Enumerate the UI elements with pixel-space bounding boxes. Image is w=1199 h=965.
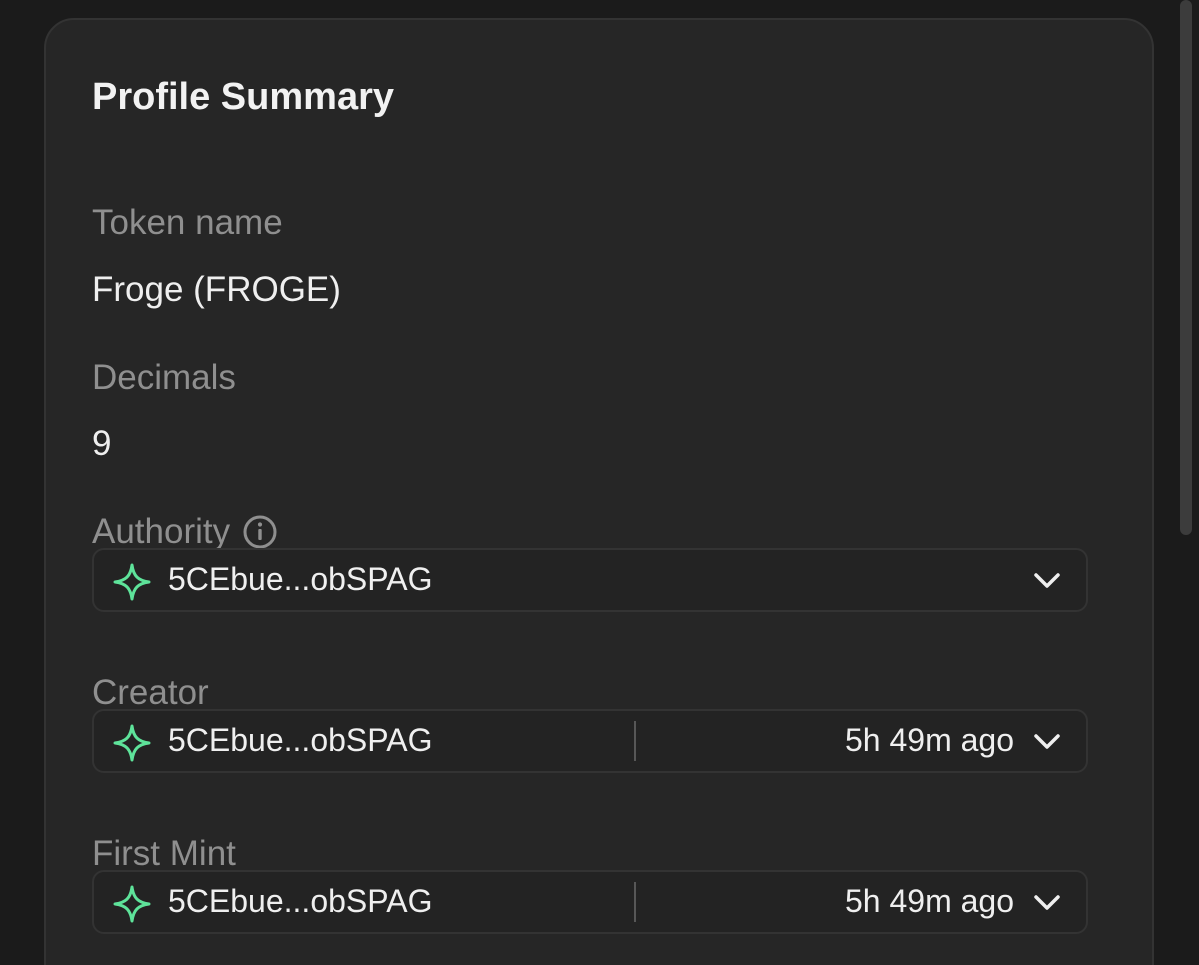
first-mint-address-row[interactable]: 5CEbue...obSPAG 5h 49m ago bbox=[92, 870, 1088, 934]
first-mint-label-text: First Mint bbox=[92, 834, 236, 873]
divider bbox=[634, 721, 636, 761]
sparkle-icon bbox=[112, 562, 152, 602]
divider bbox=[634, 882, 636, 922]
authority-address[interactable]: 5CEbue...obSPAG bbox=[168, 561, 432, 598]
decimals-label: Decimals bbox=[92, 358, 236, 398]
creator-time: 5h 49m ago bbox=[844, 722, 1014, 758]
card-title: Profile Summary bbox=[92, 76, 394, 118]
first-mint-address[interactable]: 5CEbue...obSPAG bbox=[168, 883, 432, 920]
first-mint-label: First Mint bbox=[92, 834, 236, 874]
decimals-value: 9 bbox=[92, 424, 112, 463]
profile-summary-card: Profile Summary Token name Froge (FROGE)… bbox=[44, 18, 1154, 965]
authority-address-row[interactable]: 5CEbue...obSPAG bbox=[92, 548, 1088, 612]
chevron-down-icon[interactable] bbox=[1032, 568, 1062, 594]
info-icon[interactable] bbox=[242, 514, 278, 550]
authority-label: Authority bbox=[92, 512, 278, 552]
creator-address[interactable]: 5CEbue...obSPAG bbox=[168, 722, 432, 759]
token-name-label-text: Token name bbox=[92, 203, 283, 242]
token-name-label: Token name bbox=[92, 203, 283, 243]
chevron-down-icon[interactable] bbox=[1032, 729, 1062, 755]
authority-label-text: Authority bbox=[92, 512, 231, 551]
scrollbar[interactable] bbox=[1180, 0, 1192, 535]
chevron-down-icon[interactable] bbox=[1032, 890, 1062, 916]
creator-label-text: Creator bbox=[92, 673, 209, 712]
creator-label: Creator bbox=[92, 673, 209, 713]
sparkle-icon bbox=[112, 723, 152, 763]
token-name-value: Froge (FROGE) bbox=[92, 270, 341, 309]
sparkle-icon bbox=[112, 884, 152, 924]
page: Profile Summary Token name Froge (FROGE)… bbox=[0, 0, 1199, 965]
creator-address-row[interactable]: 5CEbue...obSPAG 5h 49m ago bbox=[92, 709, 1088, 773]
first-mint-time: 5h 49m ago bbox=[844, 883, 1014, 919]
decimals-label-text: Decimals bbox=[92, 358, 236, 397]
